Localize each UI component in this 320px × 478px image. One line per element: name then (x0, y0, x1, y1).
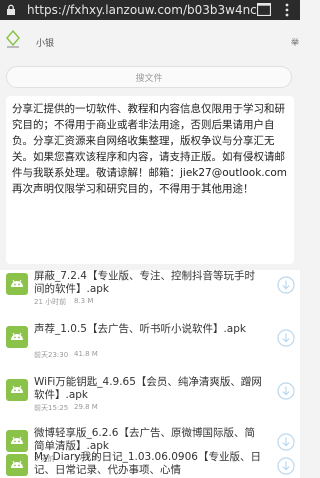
file-meta: 前天23:30 41.8 M (34, 350, 98, 360)
site-logo[interactable] (4, 30, 22, 50)
file-size: 29.8 M (74, 403, 98, 411)
file-name[interactable]: My Diary我的日记_1.03.06.0906【专业版、日记、日常记录、代办… (34, 451, 264, 477)
search-input[interactable]: 搜文件 (6, 66, 292, 88)
file-time: 前天23:30 (34, 351, 69, 359)
report-button[interactable]: 举 (291, 37, 299, 48)
file-item[interactable]: WiFi万能钥匙_4.9.65【会员、纯净清爽版、蹭网软件】.apk 前天15:… (0, 376, 300, 428)
file-name[interactable]: 声荐_1.0.5【去广告、听书听小说软件】.apk (34, 323, 264, 336)
browser-url-bar[interactable]: https://fxhxy.lanzouw.com/b03b3w4nc (0, 0, 300, 20)
url-text[interactable]: https://fxhxy.lanzouw.com/b03b3w4nc (27, 2, 257, 18)
file-name[interactable]: 屏蔽_7.2.4【专业版、专注、控制抖音等玩手时间的软件】.apk (34, 270, 264, 296)
file-size: 8.3 M (74, 297, 94, 305)
file-size: 41.8 M (74, 350, 98, 358)
download-icon[interactable] (277, 382, 295, 400)
search-placeholder: 搜文件 (135, 74, 163, 84)
site-header: 小银 举 (0, 20, 300, 70)
file-item[interactable]: 屏蔽_7.2.4【专业版、专注、控制抖音等玩手时间的软件】.apk 21 小时前… (0, 270, 300, 322)
disclaimer-notice: 分享汇提供的一切软件、教程和内容信息仅限用于学习和研究目的；不得用于商业或者非法… (6, 96, 294, 264)
file-item[interactable]: My Diary我的日记_1.03.06.0906【专业版、日记、日常记录、代办… (0, 451, 300, 478)
file-time: 21 小时前 (34, 298, 67, 306)
android-icon (6, 273, 28, 295)
android-icon (6, 430, 28, 452)
lock-icon (7, 4, 15, 15)
disclaimer-text: 分享汇提供的一切软件、教程和内容信息仅限用于学习和研究目的；不得用于商业或者非法… (12, 103, 288, 195)
android-icon (6, 379, 28, 401)
file-item[interactable]: 声荐_1.0.5【去广告、听书听小说软件】.apk 前天23:30 41.8 M (0, 323, 300, 375)
download-icon[interactable] (277, 276, 295, 294)
file-name[interactable]: 微博轻享版_6.2.6【去广告、原微博国际版、简简单清版】.apk (34, 427, 264, 453)
file-meta: 前天15:25 29.8 M (34, 403, 98, 413)
download-icon[interactable] (277, 329, 295, 347)
android-icon (6, 326, 28, 348)
site-name: 小银 (36, 39, 55, 49)
file-name[interactable]: WiFi万能钥匙_4.9.65【会员、纯净清爽版、蹭网软件】.apk (34, 376, 264, 402)
file-list: 屏蔽_7.2.4【专业版、专注、控制抖音等玩手时间的软件】.apk 21 小时前… (0, 270, 300, 478)
download-icon[interactable] (277, 433, 295, 451)
file-time: 前天15:25 (34, 404, 69, 412)
file-meta: 21 小时前 8.3 M (34, 297, 93, 307)
tabs-icon[interactable] (257, 3, 271, 16)
overflow-menu-icon[interactable] (284, 3, 290, 17)
android-icon (6, 454, 28, 476)
download-icon[interactable] (277, 457, 295, 475)
